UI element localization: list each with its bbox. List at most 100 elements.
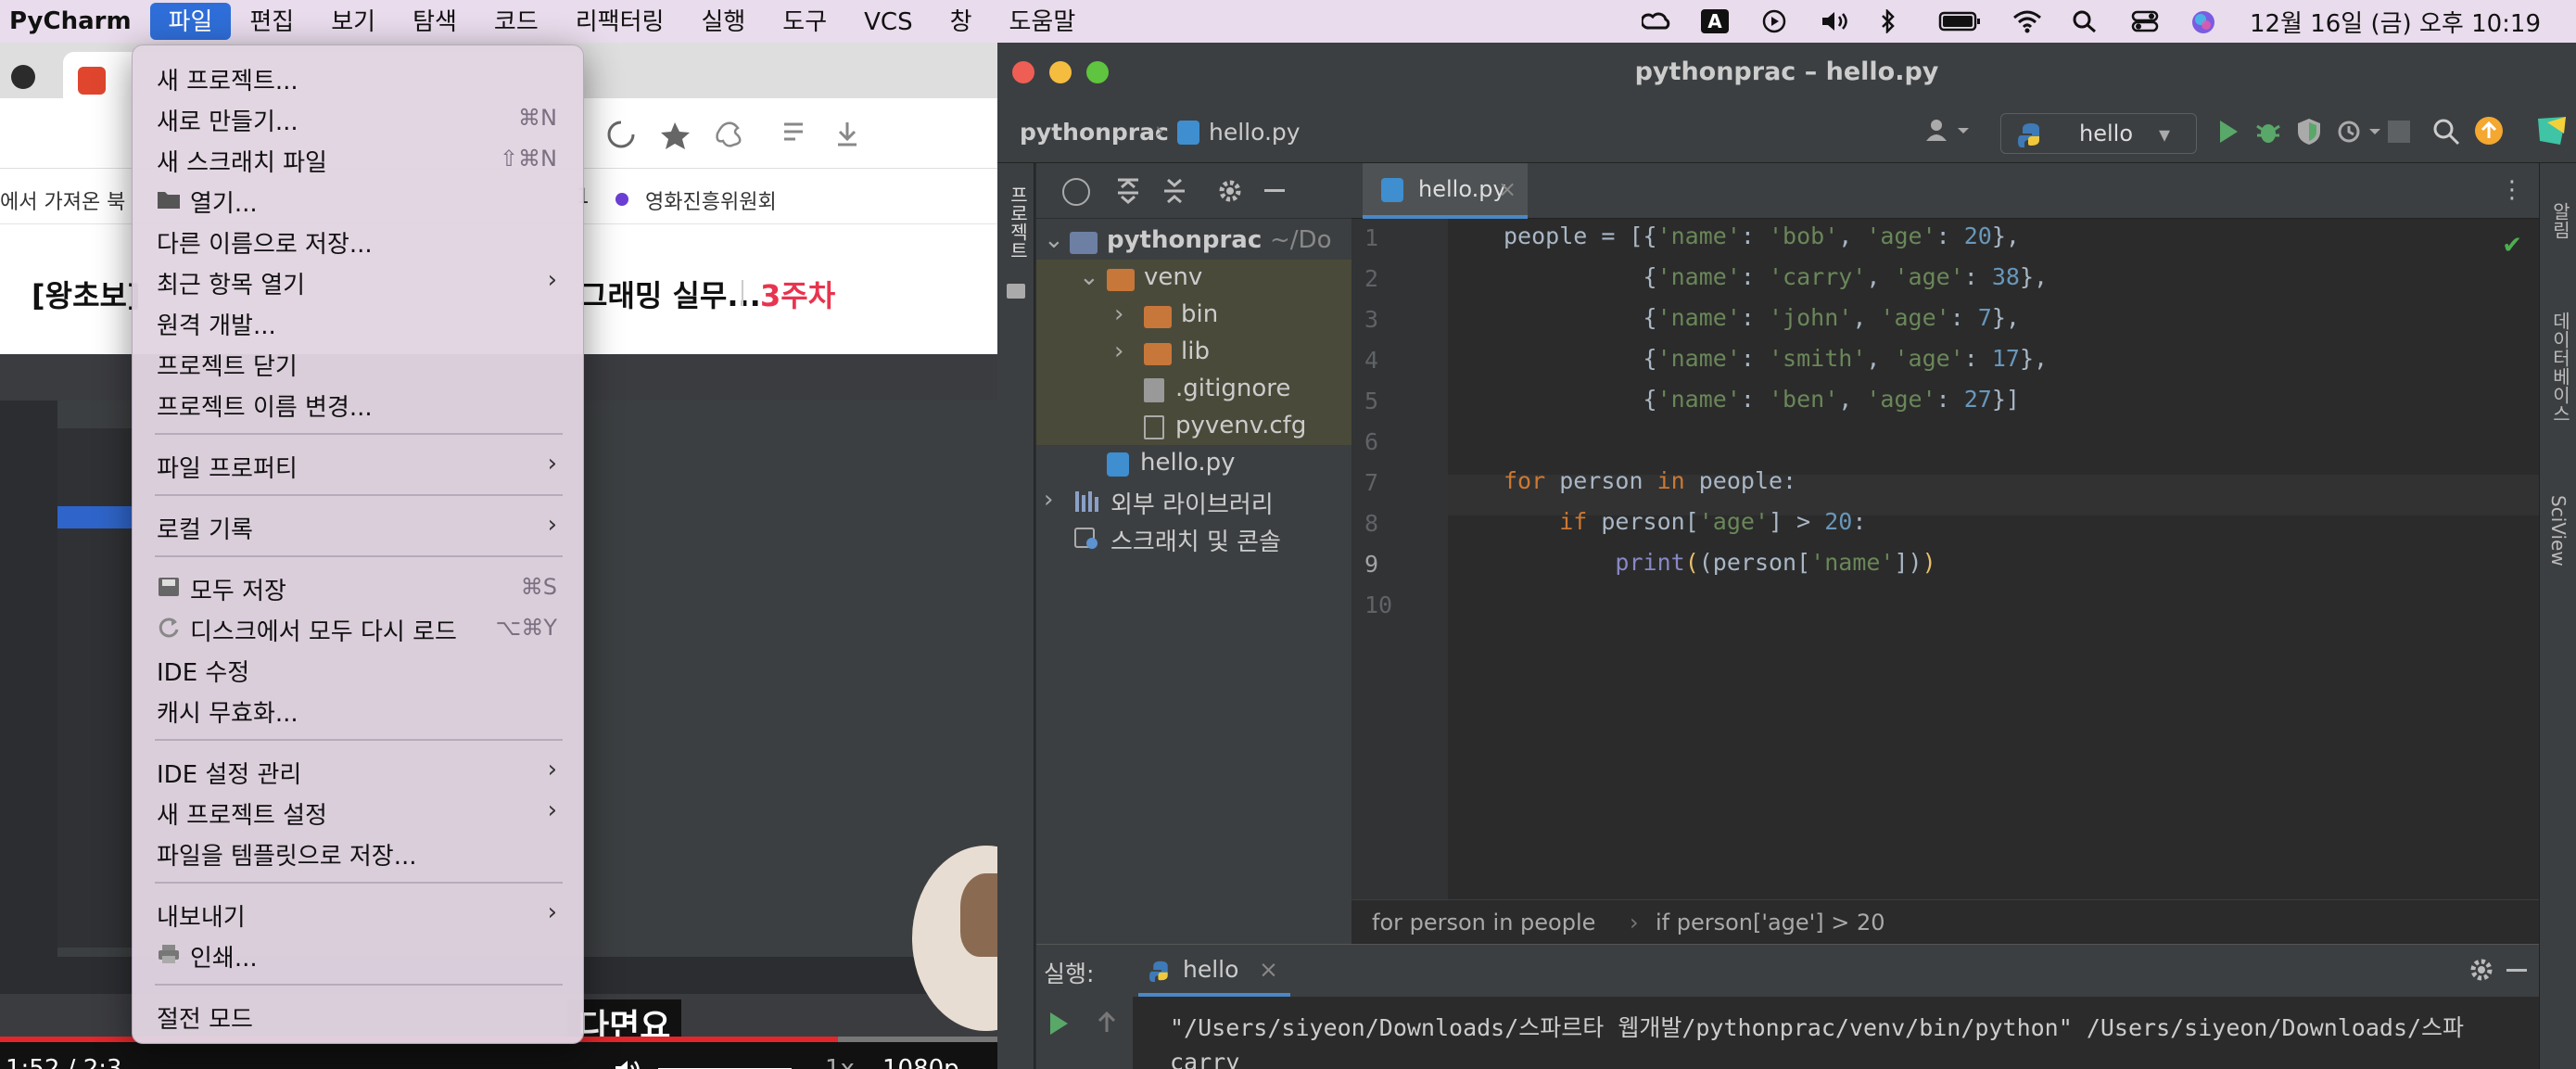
window-minimize-button[interactable] [1049,61,1072,83]
menu-help[interactable]: 도움말 [991,3,1095,40]
tree-item-venv[interactable]: ⌄ venv [1036,260,1351,297]
tree-item-pythonprac[interactable]: ⌄ pythonprac ~/Do [1036,223,1351,260]
stop-icon[interactable] [2388,121,2410,143]
menu-item-print[interactable]: 인쇄... [133,935,585,973]
tree-item-pyvenv-cfg[interactable]: pyvenv.cfg [1036,408,1351,445]
menu-item-save-as-template[interactable]: 파일을 템플릿으로 저장... [133,834,585,871]
close-icon[interactable]: × [1259,956,1278,983]
profile-icon[interactable] [2336,117,2382,152]
menu-item-export[interactable]: 내보내기 › [133,895,585,932]
editor-tab-hello-py[interactable]: hello.py × [1363,163,1528,219]
gear-icon[interactable] [2468,956,2495,989]
battery-icon[interactable] [1938,9,1981,33]
structure-icon[interactable] [1007,284,1025,299]
run-configuration-selector[interactable]: hello ▾ [2000,113,2197,154]
update-icon[interactable] [2473,115,2505,152]
more-icon[interactable]: ⋮ [2500,176,2524,204]
video-quality[interactable]: 1080p [882,1055,959,1069]
menu-item-remote-development[interactable]: 원격 개발... [133,303,585,340]
menu-item-invalidate-caches[interactable]: 캐시 무효화... [133,691,585,728]
expand-all-icon[interactable] [1114,176,1142,212]
play-icon[interactable] [1760,9,1788,33]
chevron-down-icon[interactable]: ⌄ [1079,263,1099,291]
user-icon[interactable] [1924,117,1971,150]
tree-item-bin[interactable]: › bin [1036,297,1351,334]
window-close-button[interactable] [1012,61,1034,83]
rerun-icon[interactable] [1046,1010,1072,1041]
creative-cloud-icon[interactable] [1640,9,1670,33]
menu-refactor[interactable]: 리팩터링 [557,3,683,40]
chevron-right-icon[interactable]: › [1114,337,1123,365]
sciview-tool-button[interactable]: SciView [2547,495,2570,566]
breadcrumb-for-loop[interactable]: for person in people [1372,910,1595,935]
video-volume-icon[interactable] [614,1057,641,1069]
menubar-clock[interactable]: 12월 16일 (금) 오후 10:19 [2250,5,2541,39]
menu-item-new-projects-setup[interactable]: 새 프로젝트 설정 › [133,793,585,830]
jetbrains-logo-icon[interactable] [2536,115,2568,152]
debug-icon[interactable] [2254,117,2282,152]
database-tool-button[interactable]: 데이터베이스 [2547,312,2574,423]
tree-item-external-libraries[interactable]: › 외부 라이브러리 [1036,482,1351,519]
menu-item-save-as[interactable]: 다른 이름으로 저장... [133,222,585,259]
gear-icon[interactable] [1216,176,1244,212]
volume-icon[interactable] [1820,9,1847,33]
input-source-icon[interactable]: A [1700,9,1729,33]
tree-item-lib[interactable]: › lib [1036,334,1351,371]
chevron-right-icon[interactable]: › [1044,486,1053,514]
coverage-icon[interactable] [2295,117,2323,152]
menu-item-power-save-mode[interactable]: 절전 모드 [133,997,585,1034]
menu-item-new[interactable]: 새로 만들기... ⌘N [133,99,585,136]
menu-edit[interactable]: 편집 [231,3,312,40]
menu-item-new-scratch-file[interactable]: 새 스크래치 파일 ⇧⌘N [133,140,585,177]
menu-item-open-recent[interactable]: 최근 항목 열기 › [133,262,585,299]
menu-item-save-all[interactable]: 모두 저장 ⌘S [133,568,585,605]
project-tool-button[interactable]: 프로젝트 [1005,185,1032,260]
hide-panel-icon[interactable] [2506,969,2527,972]
app-menu-pycharm[interactable]: PyCharm [9,7,132,35]
notifications-tool-button[interactable]: 알림 [2547,202,2574,239]
close-icon[interactable]: × [1498,176,1516,202]
tab-close-icon[interactable] [11,65,35,89]
no-problems-check-icon[interactable]: ✔ [2502,232,2522,260]
nav-file[interactable]: hello.py [1209,119,1301,146]
menu-item-reload-all[interactable]: 디스크에서 모두 다시 로드 ⌥⌘Y [133,609,585,646]
hide-panel-icon[interactable] [1264,189,1285,192]
search-icon[interactable] [2432,117,2460,152]
menu-run[interactable]: 실행 [682,3,764,40]
menu-item-local-history[interactable]: 로컬 기록 › [133,507,585,544]
chevron-down-icon[interactable]: ⌄ [1044,226,1064,254]
tree-item-hello-py[interactable]: hello.py [1036,445,1351,482]
menu-code[interactable]: 코드 [476,3,557,40]
control-center-icon[interactable] [2131,9,2159,33]
menu-item-manage-ide-settings[interactable]: IDE 설정 관리 › [133,752,585,789]
menu-view[interactable]: 보기 [312,3,394,40]
menu-item-repair-ide[interactable]: IDE 수정 [133,650,585,687]
wifi-icon[interactable] [2012,9,2041,33]
breadcrumb-if-statement[interactable]: if person['age'] > 20 [1656,910,1885,935]
menu-item-file-properties[interactable]: 파일 프로퍼티 › [133,446,585,483]
menu-file[interactable]: 파일 [149,3,232,40]
collapse-all-icon[interactable] [1161,176,1188,212]
scroll-up-icon[interactable] [1094,1008,1120,1039]
tree-item-scratches[interactable]: 스크래치 및 콘솔 [1036,519,1351,556]
spotlight-icon[interactable] [2072,9,2100,33]
menu-navigate[interactable]: 탐색 [394,3,476,40]
menu-item-open[interactable]: 열기... [133,181,585,218]
locate-icon[interactable] [1062,178,1090,206]
menu-item-rename-project[interactable]: 프로젝트 이름 변경... [133,385,585,422]
tree-item-gitignore[interactable]: .gitignore [1036,371,1351,408]
bookmark-kofic[interactable]: 영화진흥위원회 [645,185,777,215]
run-tab-hello[interactable]: hello × [1138,945,1290,997]
menu-tools[interactable]: 도구 [764,3,845,40]
menu-window[interactable]: 창 [932,3,991,40]
nav-project[interactable]: pythonprac [1020,119,1169,146]
menu-item-new-project[interactable]: 새 프로젝트... [133,58,585,95]
bookmark-imported[interactable]: 에서 가져온 북 [0,185,125,215]
video-speed[interactable]: 1x [825,1055,855,1069]
run-icon[interactable] [2215,117,2241,152]
menu-vcs[interactable]: VCS [845,3,931,40]
toolbar-icons[interactable] [603,119,973,150]
bluetooth-icon[interactable] [1879,7,1907,35]
menu-item-close-project[interactable]: 프로젝트 닫기 [133,344,585,381]
siri-icon[interactable] [2190,9,2218,33]
